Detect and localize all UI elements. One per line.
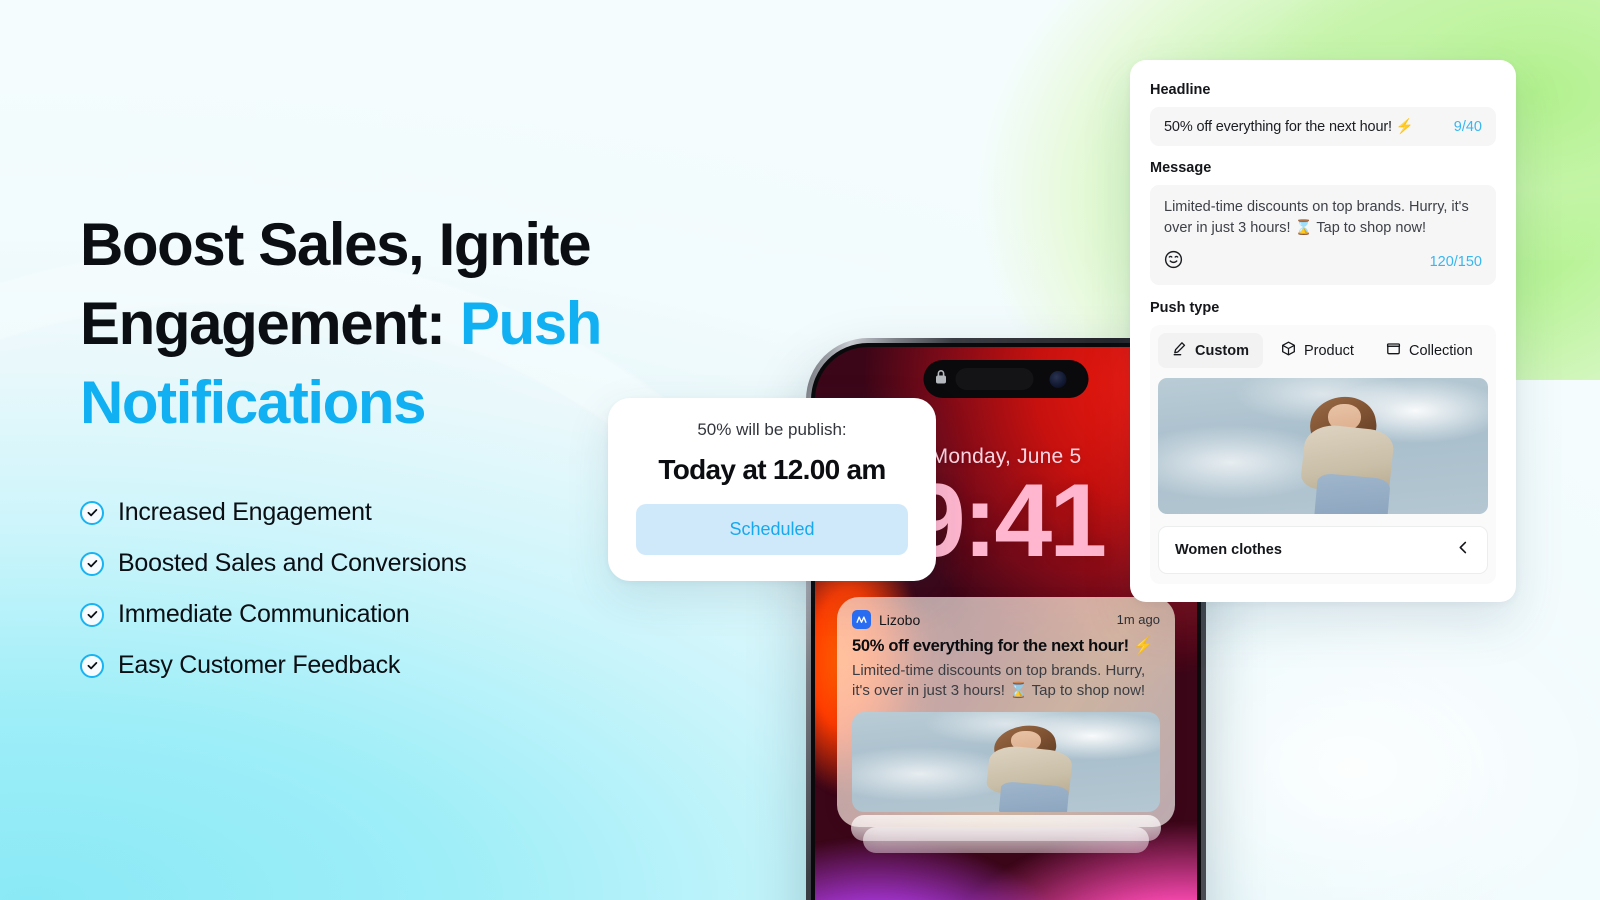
title-line-2-accent: Push bbox=[459, 290, 602, 358]
photo-jeans bbox=[1314, 472, 1391, 515]
scheduled-button[interactable]: Scheduled bbox=[636, 504, 908, 555]
list-item-label: Boosted Sales and Conversions bbox=[118, 549, 467, 577]
message-input[interactable]: Limited-time discounts on top brands. Hu… bbox=[1150, 185, 1496, 286]
check-circle-icon bbox=[80, 653, 104, 678]
collection-name: Women clothes bbox=[1175, 542, 1282, 559]
island-pill bbox=[955, 368, 1034, 390]
list-item-label: Easy Customer Feedback bbox=[118, 651, 401, 679]
message-label: Message bbox=[1150, 160, 1212, 176]
list-item-label: Increased Engagement bbox=[118, 498, 372, 526]
schedule-datetime: Today at 12.00 am bbox=[658, 454, 886, 485]
dynamic-island bbox=[923, 360, 1089, 398]
model-photo bbox=[852, 711, 1160, 812]
title-line-1: Boost Sales, Ignite bbox=[80, 211, 592, 278]
chevron-left-icon[interactable] bbox=[1456, 540, 1471, 560]
message-value: Limited-time discounts on top brands. Hu… bbox=[1164, 199, 1469, 236]
headline-label: Headline bbox=[1150, 82, 1211, 98]
pen-icon bbox=[1172, 341, 1187, 360]
schedule-subtitle: 50% will be publish: bbox=[697, 420, 847, 439]
message-footer: 120/150 bbox=[1164, 250, 1482, 274]
feature-list: Increased Engagement Boosted Sales and C… bbox=[80, 487, 467, 691]
notification-stack: Lizobo 1m ago 50% off everything for the… bbox=[837, 597, 1175, 853]
stacked-notification-behind-2 bbox=[863, 826, 1149, 853]
message-char-counter: 120/150 bbox=[1429, 254, 1482, 271]
list-item: Boosted Sales and Conversions bbox=[80, 538, 467, 589]
notification-image bbox=[852, 711, 1160, 812]
notification-title: 50% off everything for the next hour! ⚡ bbox=[852, 637, 1154, 655]
check-circle-icon bbox=[80, 602, 104, 627]
collection-selector[interactable]: Women clothes bbox=[1158, 526, 1488, 575]
check-circle-icon bbox=[80, 500, 104, 525]
front-camera-icon bbox=[1049, 370, 1067, 388]
push-editor-card: Headline 50% off everything for the next… bbox=[1130, 60, 1516, 603]
notification-body: Limited-time discounts on top brands. Hu… bbox=[852, 662, 1146, 699]
lock-icon bbox=[935, 369, 948, 390]
list-item: Easy Customer Feedback bbox=[80, 640, 467, 691]
app-logo-icon bbox=[852, 610, 871, 629]
notification-timestamp: 1m ago bbox=[1116, 612, 1160, 627]
list-item: Immediate Communication bbox=[80, 589, 467, 640]
promo-hero-screenshot: Boost Sales, Ignite Engagement: Push Not… bbox=[0, 0, 1600, 900]
title-line-3-accent: Notifications bbox=[80, 369, 427, 437]
tab-product[interactable]: Product bbox=[1267, 333, 1368, 368]
tab-custom-label: Custom bbox=[1195, 342, 1249, 359]
model-photo bbox=[1158, 378, 1488, 515]
headline-value: 50% off everything for the next hour! ⚡ bbox=[1164, 119, 1414, 135]
box-icon bbox=[1281, 341, 1296, 360]
push-preview-image[interactable] bbox=[1158, 378, 1488, 515]
tab-custom[interactable]: Custom bbox=[1158, 333, 1263, 369]
folder-icon bbox=[1386, 341, 1401, 360]
schedule-card: 50% will be publish: Today at 12.00 am S… bbox=[608, 398, 936, 581]
list-item: Increased Engagement bbox=[80, 487, 467, 538]
notification-app-name: Lizobo bbox=[879, 611, 921, 628]
push-type-tabs: Custom Product Collection bbox=[1158, 333, 1488, 369]
title-line-2-dark: Engagement: bbox=[80, 290, 446, 358]
photo-jeans bbox=[998, 780, 1069, 812]
emoji-picker-icon[interactable] bbox=[1164, 250, 1183, 274]
push-type-label: Push type bbox=[1150, 300, 1220, 317]
check-circle-icon bbox=[80, 551, 104, 576]
headline-input[interactable]: 50% off everything for the next hour! ⚡ … bbox=[1150, 107, 1496, 146]
push-type-panel: Custom Product Collection Women clothes bbox=[1150, 325, 1496, 585]
headline-char-counter: 9/40 bbox=[1453, 118, 1482, 135]
push-notification-card[interactable]: Lizobo 1m ago 50% off everything for the… bbox=[837, 597, 1175, 853]
tab-collection[interactable]: Collection bbox=[1372, 333, 1487, 368]
notification-header: Lizobo 1m ago bbox=[852, 610, 1160, 629]
tab-collection-label: Collection bbox=[1408, 342, 1473, 359]
list-item-label: Immediate Communication bbox=[118, 600, 410, 628]
tab-product-label: Product bbox=[1303, 342, 1354, 359]
